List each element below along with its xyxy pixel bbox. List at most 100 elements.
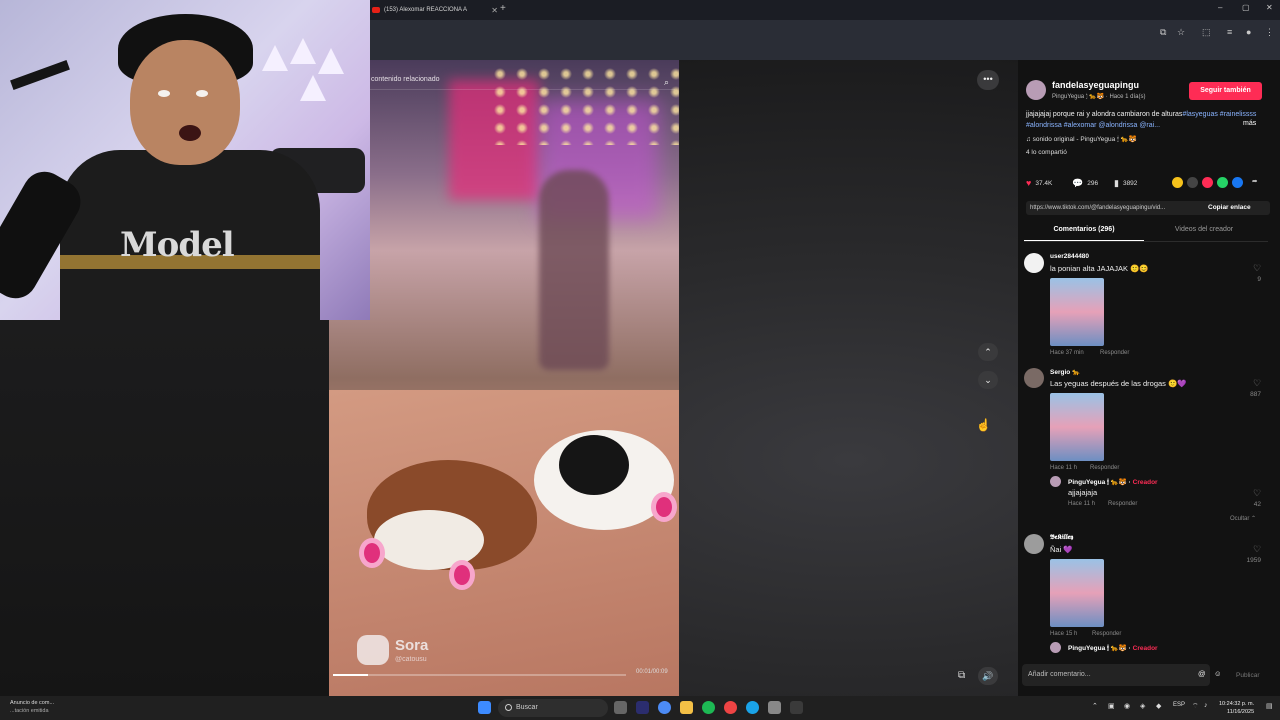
tab-close-icon[interactable]: ✕ xyxy=(491,6,498,15)
like-heart-icon[interactable]: ♡ xyxy=(1247,263,1267,274)
edge-icon[interactable] xyxy=(746,701,759,714)
bookmark-star-icon[interactable]: ☆ xyxy=(1177,27,1185,38)
reply-link[interactable]: Responder xyxy=(1092,631,1121,637)
whatsapp-icon[interactable] xyxy=(1217,177,1228,188)
comment-avatar[interactable] xyxy=(1024,368,1044,388)
emoji-icon[interactable]: ☺ xyxy=(1214,669,1222,678)
comments-count: 296 xyxy=(1087,180,1099,187)
browser-icon[interactable] xyxy=(724,701,737,714)
tab-creator-videos[interactable]: Videos del creador xyxy=(1144,226,1264,233)
clock[interactable]: 10:24:32 p. m. 11/16/2025 xyxy=(1219,700,1254,716)
author-username[interactable]: fandelasyeguapingu xyxy=(1052,80,1139,90)
reply-link[interactable]: Responder xyxy=(1100,350,1129,356)
saves-stat[interactable]: ▮ 3892 xyxy=(1114,178,1137,189)
notification-icon[interactable]: ▤ xyxy=(1266,702,1273,710)
hex-light xyxy=(290,38,316,64)
tray-chevron-icon[interactable]: ⌃ xyxy=(1092,702,1098,710)
spotify-icon[interactable] xyxy=(702,701,715,714)
comment-username[interactable]: user2844480 xyxy=(1050,253,1089,260)
premiere-icon[interactable] xyxy=(636,701,649,714)
language-indicator[interactable]: ESP xyxy=(1173,702,1185,708)
pip-icon[interactable]: ⧉ xyxy=(958,670,965,681)
reply-link[interactable]: Responder xyxy=(1090,465,1119,471)
send-icon[interactable] xyxy=(1202,177,1213,188)
clock-date: 11/16/2025 xyxy=(1227,709,1255,715)
sound-label[interactable]: ♫ sonido original - PinguYegua 🕯 🐆🐯 xyxy=(1026,135,1137,144)
tab-comments[interactable]: Comentarios (296) xyxy=(1024,226,1144,233)
speaker-icon[interactable]: ♪ xyxy=(1204,702,1208,709)
comment-text: Las yeguas después de las drogas 🙂💜 xyxy=(1050,379,1187,388)
chrome-icon[interactable] xyxy=(658,701,671,714)
video-progress-bar[interactable] xyxy=(333,674,626,676)
copy-link-button[interactable]: Copiar enlace xyxy=(1208,201,1251,215)
bookmark-icon: ▮ xyxy=(1114,178,1119,188)
facebook-icon[interactable] xyxy=(1232,177,1243,188)
search-placeholder: contenido relacionado xyxy=(371,76,440,83)
tab-divider xyxy=(1024,241,1268,242)
reply-like-count: 42 xyxy=(1253,501,1261,508)
likes-stat[interactable]: ♥ 37.4K xyxy=(1026,178,1052,188)
tray-app-icon[interactable]: ◉ xyxy=(1124,702,1130,710)
eye xyxy=(196,90,208,97)
windows-start-icon[interactable] xyxy=(478,701,491,714)
reply-avatar[interactable] xyxy=(1050,642,1061,653)
playlist-icon[interactable]: ≡ xyxy=(1227,27,1232,37)
hex-light xyxy=(318,48,344,74)
search-icon[interactable]: ⌕ xyxy=(664,74,669,90)
maximize-button[interactable]: ▢ xyxy=(1242,3,1250,12)
mention-icon[interactable]: @ xyxy=(1198,669,1206,678)
news-widget[interactable]: Anuncio de com... ...tación emitida xyxy=(10,699,54,715)
video-player[interactable]: contenido relacionado ⌕ Sora @catousu 00… xyxy=(329,60,679,696)
extensions-icon[interactable]: ⬚ xyxy=(1202,27,1211,38)
more-link[interactable]: más xyxy=(1243,120,1256,127)
previous-video-button[interactable]: ⌃ xyxy=(978,343,998,361)
file-explorer-icon[interactable] xyxy=(680,701,693,714)
search-label: Buscar xyxy=(516,704,538,711)
comment-username[interactable]: 𝕭𝖊𝕶𝖎𝖑𝖑𝖊𝖞 xyxy=(1050,534,1073,542)
hide-replies-link[interactable]: Ocultar ⌃ xyxy=(1230,515,1256,522)
new-tab-button[interactable]: + xyxy=(500,3,506,14)
related-search-bar[interactable]: contenido relacionado ⌕ xyxy=(369,72,675,90)
author-avatar[interactable] xyxy=(1026,80,1046,100)
tray-app-icon[interactable]: ▣ xyxy=(1108,702,1115,710)
comment-image[interactable] xyxy=(1050,393,1104,461)
profile-icon[interactable]: ● xyxy=(1246,27,1251,37)
share-arrow-icon[interactable]: ➦ xyxy=(1252,177,1257,185)
taskbar-search[interactable]: Buscar xyxy=(498,699,608,717)
app-icon[interactable] xyxy=(790,701,803,714)
post-button[interactable]: Publicar xyxy=(1236,672,1259,679)
reply-avatar[interactable] xyxy=(1050,476,1061,487)
reply-username[interactable]: PinguYegua 🕯 🐆🐯 · Creador xyxy=(1068,478,1158,487)
reply-link[interactable]: Responder xyxy=(1108,501,1137,507)
like-heart-icon[interactable]: ♡ xyxy=(1247,488,1267,499)
comment-image[interactable] xyxy=(1050,559,1104,627)
tray-app-icon[interactable]: ◆ xyxy=(1156,702,1161,710)
browser-tab[interactable]: (153) Alexomar REACCIONA A ✕ xyxy=(372,2,498,18)
cast-icon[interactable]: ⧉ xyxy=(1160,27,1166,38)
like-heart-icon[interactable]: ♡ xyxy=(1247,544,1267,555)
add-comment-input[interactable]: Añadir comentario... xyxy=(1022,664,1210,686)
comment-avatar[interactable] xyxy=(1024,253,1044,273)
comment-image[interactable] xyxy=(1050,278,1104,346)
next-video-button[interactable]: ⌄ xyxy=(978,371,998,389)
share-coin-icon[interactable] xyxy=(1172,177,1183,188)
follow-button[interactable]: Seguir también xyxy=(1189,82,1262,100)
blurred-person xyxy=(539,170,609,370)
tray-app-icon[interactable]: ◈ xyxy=(1140,702,1145,710)
task-view-icon[interactable] xyxy=(614,701,627,714)
menu-icon[interactable]: ⋮ xyxy=(1265,27,1274,38)
comment-avatar[interactable] xyxy=(1024,534,1044,554)
reply-username[interactable]: PinguYegua 🕯 🐆🐯 · Creador xyxy=(1068,644,1158,653)
volume-icon[interactable]: 🔊 xyxy=(978,667,998,685)
news-title: Anuncio de com... xyxy=(10,700,55,706)
embed-icon[interactable] xyxy=(1187,177,1198,188)
mouse-cursor-icon: ☝ xyxy=(976,418,991,432)
comments-stat[interactable]: 💬 296 xyxy=(1072,178,1098,189)
store-icon[interactable] xyxy=(768,701,781,714)
like-heart-icon[interactable]: ♡ xyxy=(1247,378,1267,389)
minimize-button[interactable]: – xyxy=(1218,3,1222,12)
comment-username[interactable]: Sergio 🐆 xyxy=(1050,368,1080,376)
wifi-icon[interactable]: ⌔ xyxy=(1192,702,1199,711)
more-options-icon[interactable]: ••• xyxy=(977,70,999,90)
close-button[interactable]: ✕ xyxy=(1266,3,1273,12)
